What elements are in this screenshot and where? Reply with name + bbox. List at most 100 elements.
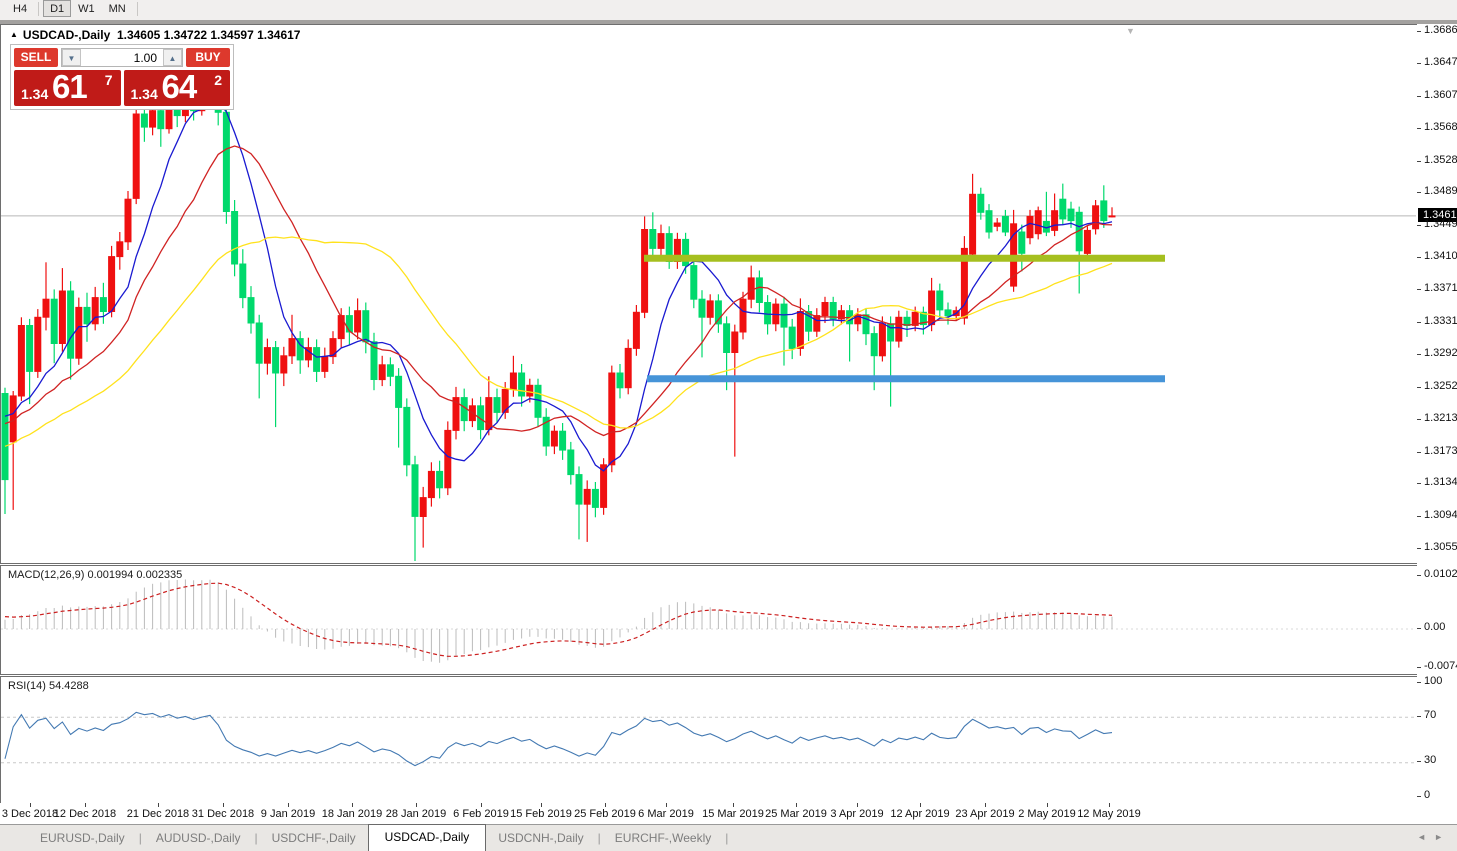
date-tick: [733, 803, 734, 807]
chart-tab-usdchf[interactable]: USDCHF-,Daily: [260, 827, 368, 849]
date-axis-label: 12 May 2019: [1074, 808, 1144, 820]
collapse-icon[interactable]: ▲: [10, 30, 18, 39]
axis-tick: [1417, 548, 1421, 549]
tab-scroll-right-icon[interactable]: ►: [1434, 832, 1451, 842]
date-tick: [416, 803, 417, 807]
rsi-axis-label: 30: [1424, 754, 1436, 766]
axis-tick: [1417, 761, 1421, 762]
price-axis-label: 1.36470: [1424, 56, 1457, 68]
date-tick: [288, 803, 289, 807]
date-axis-label: 2 May 2019: [1012, 808, 1082, 820]
timeframe-button-w1[interactable]: W1: [71, 0, 102, 17]
buy-price-prefix: 1.34: [131, 86, 158, 102]
axis-tick: [1417, 63, 1421, 64]
rsi-axis-label: 100: [1424, 675, 1442, 687]
lot-size-value[interactable]: 1.00: [81, 49, 163, 66]
buy-price-box[interactable]: 1.34 64 2: [124, 70, 231, 106]
tab-separator: |: [596, 831, 603, 845]
lot-decrease-button[interactable]: ▼: [62, 49, 81, 66]
buy-price-point: 2: [214, 72, 222, 88]
date-tick: [1109, 803, 1110, 807]
chart-tab-usdcnh[interactable]: USDCNH-,Daily: [486, 827, 595, 849]
rsi-label: RSI(14) 54.4288: [8, 680, 89, 692]
price-axis-label: 1.36070: [1424, 89, 1457, 101]
price-axis-label: 1.34890: [1424, 185, 1457, 197]
one-click-trading-panel: SELL ▼ 1.00 ▲ BUY 1.34 61 7 1.34 64 2: [10, 44, 234, 110]
axis-tick: [1417, 192, 1421, 193]
macd-axis-label: 0.00: [1424, 621, 1445, 633]
axis-tick: [1417, 682, 1421, 683]
rsi-indicator-pane[interactable]: RSI(14) 54.4288: [0, 676, 1419, 805]
sell-price-box[interactable]: 1.34 61 7: [14, 70, 121, 106]
date-tick: [920, 803, 921, 807]
chart-tab-usdcad[interactable]: USDCAD-,Daily: [368, 824, 487, 851]
buy-button[interactable]: BUY: [186, 48, 230, 67]
timeframe-button-d1[interactable]: D1: [43, 0, 71, 17]
date-axis-label: 15 Mar 2019: [698, 808, 768, 820]
date-tick: [30, 803, 31, 807]
sell-price-pips: 61: [52, 68, 87, 106]
date-tick: [666, 803, 667, 807]
price-axis-label: 1.30940: [1424, 509, 1457, 521]
axis-tick: [1417, 387, 1421, 388]
chart-ohlc-values: 1.34605 1.34722 1.34597 1.34617: [117, 28, 301, 42]
timeframe-button-mn[interactable]: MN: [102, 0, 133, 17]
price-axis-label: 1.31340: [1424, 476, 1457, 488]
date-axis-label: 9 Jan 2019: [253, 808, 323, 820]
price-axis-label: 1.30550: [1424, 541, 1457, 553]
macd-label: MACD(12,26,9) 0.001994 0.002335: [8, 569, 182, 581]
tab-scroll-left-icon[interactable]: ◄: [1417, 832, 1434, 842]
date-axis-label: 6 Mar 2019: [631, 808, 701, 820]
price-axis-label: 1.33710: [1424, 282, 1457, 294]
axis-tick: [1417, 516, 1421, 517]
date-axis-label: 3 Apr 2019: [822, 808, 892, 820]
price-axis-label: 1.35280: [1424, 154, 1457, 166]
sell-price-point: 7: [105, 72, 113, 88]
macd-axis-label: -0.00747: [1424, 660, 1457, 672]
price-axis-label: 1.34100: [1424, 250, 1457, 262]
date-tick: [985, 803, 986, 807]
macd-chart: [1, 566, 1416, 672]
chart-shift-marker-icon[interactable]: ▼: [1126, 26, 1135, 36]
buy-price-pips: 64: [162, 68, 197, 106]
date-tick: [481, 803, 482, 807]
tab-separator: |: [723, 831, 730, 845]
macd-indicator-pane[interactable]: MACD(12,26,9) 0.001994 0.002335: [0, 565, 1419, 675]
lot-size-spinner: ▼ 1.00 ▲: [61, 48, 183, 67]
date-tick: [1047, 803, 1048, 807]
axis-tick: [1417, 289, 1421, 290]
lot-increase-button[interactable]: ▲: [163, 49, 182, 66]
price-axis-label: 1.35680: [1424, 121, 1457, 133]
date-tick: [541, 803, 542, 807]
date-tick: [605, 803, 606, 807]
chart-tab-audusd[interactable]: AUDUSD-,Daily: [144, 827, 253, 849]
date-tick: [857, 803, 858, 807]
date-axis-label: 15 Feb 2019: [506, 808, 576, 820]
axis-tick: [1417, 96, 1421, 97]
axis-tick: [1417, 628, 1421, 629]
axis-tick: [1417, 257, 1421, 258]
toolbar-separator: [137, 2, 138, 16]
date-axis[interactable]: 3 Dec 201812 Dec 201821 Dec 201831 Dec 2…: [0, 803, 1457, 824]
axis-tick: [1417, 716, 1421, 717]
date-tick: [223, 803, 224, 807]
date-axis-label: 12 Dec 2018: [50, 808, 120, 820]
price-axis-label: 1.36860: [1424, 24, 1457, 36]
chart-tab-eurchf[interactable]: EURCHF-,Weekly: [603, 827, 723, 849]
axis-tick: [1417, 322, 1421, 323]
date-axis-label: 18 Jan 2019: [317, 808, 387, 820]
chart-symbol-label: USDCAD-,Daily: [23, 28, 110, 42]
timeframe-button-h4[interactable]: H4: [6, 0, 34, 17]
chart-tab-bar: EURUSD-,Daily | AUDUSD-,Daily | USDCHF-,Dail…: [0, 824, 1457, 851]
axis-tick: [1417, 575, 1421, 576]
chart-tab-eurusd[interactable]: EURUSD-,Daily: [28, 827, 137, 849]
timeframe-toolbar: H4 D1W1MN: [0, 0, 1457, 20]
axis-tick: [1417, 161, 1421, 162]
price-axis[interactable]: 1.34617 1.368601.364701.360701.356801.35…: [1417, 24, 1457, 824]
date-tick: [85, 803, 86, 807]
sell-button[interactable]: SELL: [14, 48, 58, 67]
date-tick: [352, 803, 353, 807]
date-axis-label: 25 Mar 2019: [761, 808, 831, 820]
toolbar-separator: [38, 2, 39, 16]
axis-tick: [1417, 483, 1421, 484]
